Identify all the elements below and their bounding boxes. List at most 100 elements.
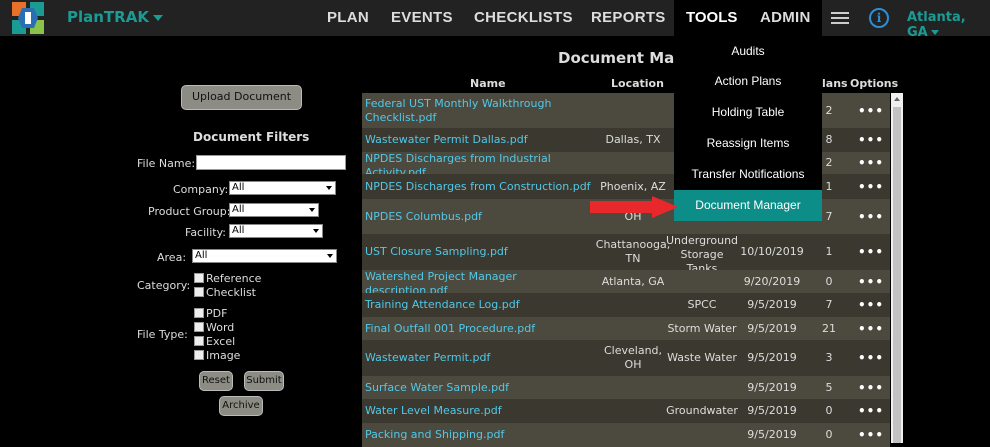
plantrak-logo-icon[interactable] [12,2,44,34]
options-menu-icon[interactable]: ••• [858,322,884,336]
document-location: Phoenix, AZ [600,180,666,193]
document-name-link[interactable]: Federal UST Monthly Walkthrough Checklis… [365,97,595,125]
table-row[interactable]: Wastewater Permit.pdf Cleveland, OH Waste … [362,340,890,376]
document-location: Atlanta, GA [601,275,665,288]
file-type-image-checkbox[interactable] [194,350,204,360]
options-menu-icon[interactable]: ••• [858,428,884,442]
location-selector[interactable]: Atlanta, GA [907,10,990,40]
menu-item-audits[interactable]: Audits [674,36,822,67]
table-scrollbar[interactable] [891,93,903,443]
options-menu-icon[interactable]: ••• [858,133,884,147]
document-filters-title: Document Filters [193,130,310,144]
facility-select[interactable]: All [229,224,323,238]
area-value: All [195,250,208,261]
company-select[interactable]: All [229,181,336,195]
chevron-down-icon [930,30,939,35]
document-location: Dallas, TX [605,133,661,146]
file-name-input[interactable] [196,155,346,170]
table-row[interactable]: UST Closure Sampling.pdf Chattanooga, TN U… [362,234,890,275]
table-row[interactable]: Watershed Project Manager description.pd… [362,270,890,297]
document-name-link[interactable]: NPDES Columbus.pdf [365,210,595,224]
archive-button[interactable]: Archive [219,396,263,416]
hamburger-icon[interactable] [831,12,849,24]
menu-item-document-manager[interactable]: Document Manager [674,190,822,221]
document-date: 10/10/2019 [740,245,804,258]
options-menu-icon[interactable]: ••• [858,381,884,395]
document-name-link[interactable]: NPDES Discharges from Construction.pdf [365,180,595,194]
options-menu-icon[interactable]: ••• [858,156,884,170]
brand-menu[interactable]: PlanTRAK [67,8,163,26]
menu-item-action-plans[interactable]: Action Plans [674,66,822,97]
file-type-word-checkbox[interactable] [194,322,204,332]
column-header-name[interactable]: Name [470,77,506,90]
nav-tools-label: TOOLS [686,9,738,26]
table-row[interactable]: Surface Water Sample.pdf 9/5/2019 5 ••• [362,376,890,399]
file-type-excel-label: Excel [206,335,236,348]
info-icon[interactable]: i [869,8,889,28]
document-area: Waste Water [667,351,737,364]
file-type-excel-checkbox[interactable] [194,336,204,346]
document-name-link[interactable]: Water Level Measure.pdf [365,404,595,418]
document-name-link[interactable]: Wastewater Permit Dallas.pdf [365,133,595,147]
table-row[interactable]: Final Outfall 001 Procedure.pdf Storm Wat… [362,317,890,340]
document-plans-count: 21 [822,322,836,335]
top-navigation-bar: PlanTRAK PLAN EVENTS CHECKLISTS REPORTS … [0,0,990,40]
column-header-plans[interactable]: lans [822,77,848,90]
nav-checklists[interactable]: CHECKLISTS [474,9,573,26]
facility-label: Facility: [185,226,227,239]
tools-dropdown-menu: Audits Action Plans Holding Table Reassi… [674,36,822,221]
file-type-word-label: Word [206,321,235,334]
file-type-pdf-label: PDF [206,307,228,320]
file-type-image-label: Image [206,349,241,362]
menu-item-holding-table[interactable]: Holding Table [674,97,822,128]
category-reference-checkbox[interactable] [194,273,204,283]
document-name-link[interactable]: Packing and Shipping.pdf [365,428,595,442]
file-name-label: File Name: [137,157,196,170]
area-select[interactable]: All [192,249,337,263]
options-menu-icon[interactable]: ••• [858,210,884,224]
table-row[interactable]: Training Attendance Log.pdf SPCC 9/5/2019 7… [362,293,890,317]
document-name-link[interactable]: Training Attendance Log.pdf [365,298,595,312]
category-label: Category: [137,279,191,292]
options-menu-icon[interactable]: ••• [858,351,884,365]
document-plans-count: 0 [825,428,833,441]
nav-events[interactable]: EVENTS [391,9,453,26]
company-label: Company: [173,183,229,196]
document-name-link[interactable]: Wastewater Permit.pdf [365,351,595,365]
file-type-pdf-checkbox[interactable] [194,308,204,318]
options-menu-icon[interactable]: ••• [858,275,884,289]
file-type-label: File Type: [137,328,188,341]
options-menu-icon[interactable]: ••• [858,104,884,118]
options-menu-icon[interactable]: ••• [858,245,884,259]
upload-document-button[interactable]: Upload Document [181,85,302,110]
table-row[interactable]: Packing and Shipping.pdf 9/5/2019 0 ••• [362,423,890,447]
document-plans-count: 1 [825,245,833,258]
document-plans-count: 3 [825,351,833,364]
document-name-link[interactable]: Final Outfall 001 Procedure.pdf [365,322,595,336]
nav-reports[interactable]: REPORTS [591,9,666,26]
dropdown-arrow-icon [327,254,333,258]
nav-plan[interactable]: PLAN [327,9,369,26]
reset-button[interactable]: Reset [199,371,233,391]
options-menu-icon[interactable]: ••• [858,404,884,418]
document-plans-count: 5 [825,381,833,394]
menu-item-reassign-items[interactable]: Reassign Items [674,128,822,159]
product-group-select[interactable]: All [229,203,319,217]
category-checklist-label: Checklist [206,286,256,299]
document-date: 9/5/2019 [747,298,797,311]
options-menu-icon[interactable]: ••• [858,180,884,194]
column-header-location[interactable]: Location [611,77,664,90]
nav-admin[interactable]: ADMIN [760,9,811,26]
document-name-link[interactable]: UST Closure Sampling.pdf [365,245,595,259]
scrollbar-thumb[interactable] [893,107,901,443]
scroll-up-icon[interactable] [894,97,900,101]
category-reference-label: Reference [206,272,262,285]
area-label: Area: [157,251,187,264]
document-date: 9/5/2019 [747,351,797,364]
document-name-link[interactable]: Surface Water Sample.pdf [365,381,595,395]
menu-item-transfer-notifications[interactable]: Transfer Notifications [674,159,822,190]
table-row[interactable]: Water Level Measure.pdf Groundwater 9/5/20… [362,399,890,423]
submit-button[interactable]: Submit [244,371,284,391]
options-menu-icon[interactable]: ••• [858,298,884,312]
category-checklist-checkbox[interactable] [194,287,204,297]
